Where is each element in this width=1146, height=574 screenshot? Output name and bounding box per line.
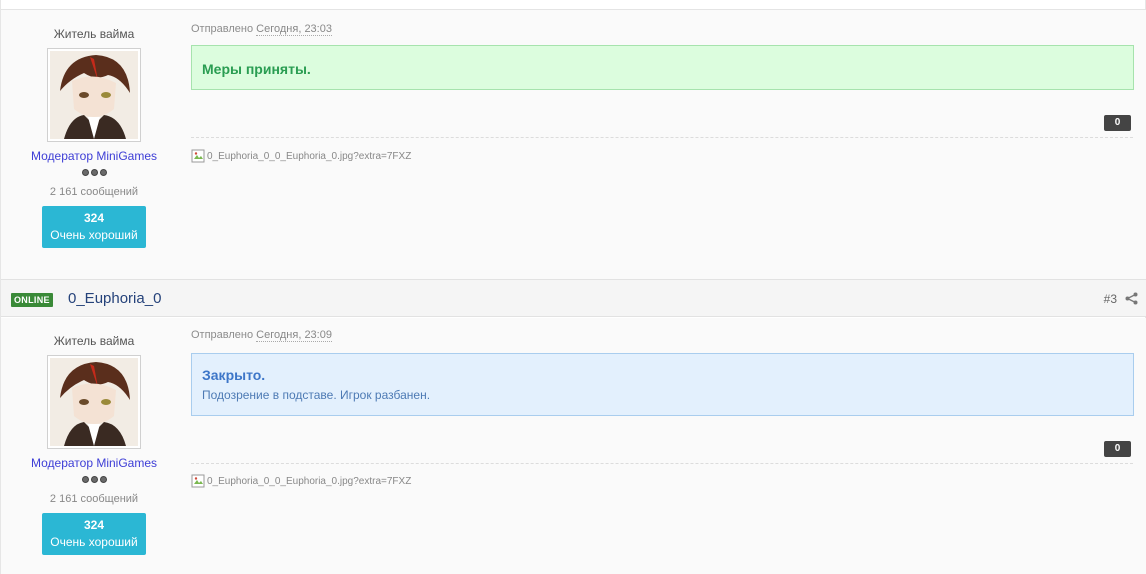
rank-pips xyxy=(81,476,107,483)
signature-image-alt: 0_Euphoria_0_0_Euphoria_0.jpg?extra=7FXZ xyxy=(207,150,412,162)
post-content: Отправлено Сегодня, 23:09 Закрыто. Подоз… xyxy=(187,318,1146,574)
posted-date[interactable]: Сегодня, 23:09 xyxy=(256,329,332,342)
post-1: Житель вайма Модератор MiniGames 2 161 с… xyxy=(1,10,1146,279)
message-title: Меры приняты. xyxy=(202,61,311,77)
like-count-badge[interactable]: 0 xyxy=(1104,441,1131,457)
author-title: Житель вайма xyxy=(53,27,135,41)
group-name[interactable]: Модератор MiniGames xyxy=(31,149,157,163)
post-author-link[interactable]: 0_Euphoria_0 xyxy=(68,290,161,307)
rank-pip xyxy=(99,476,107,483)
rank-pip xyxy=(81,169,89,176)
forum-page: Житель вайма Модератор MiniGames 2 161 с… xyxy=(0,0,1146,574)
avatar-image xyxy=(50,51,138,139)
reputation-label: Очень хороший xyxy=(50,228,138,242)
message-title: Закрыто. xyxy=(202,367,266,383)
signature-image: 0_Euphoria_0_0_Euphoria_0.jpg?extra=7FXZ xyxy=(191,149,411,163)
avatar[interactable] xyxy=(47,355,141,449)
avatar-image xyxy=(50,358,138,446)
online-badge: ONLINE xyxy=(11,293,53,307)
broken-image-icon xyxy=(191,149,205,163)
signature-image-alt: 0_Euphoria_0_0_Euphoria_0.jpg?extra=7FXZ xyxy=(207,475,412,487)
reputation-box: 324 Очень хороший xyxy=(42,513,146,555)
post-count: 2 161 сообщений xyxy=(49,186,139,198)
rank-pip xyxy=(81,476,89,483)
post-content: Отправлено Сегодня, 23:03 Меры приняты. … xyxy=(187,10,1146,279)
posted-info: Отправлено Сегодня, 23:03 xyxy=(191,23,332,36)
like-count-badge[interactable]: 0 xyxy=(1104,115,1131,131)
posted-prefix: Отправлено xyxy=(191,329,254,341)
signature-image: 0_Euphoria_0_0_Euphoria_0.jpg?extra=7FXZ xyxy=(191,474,411,488)
message-box-info: Закрыто. Подозрение в подставе. Игрок ра… xyxy=(191,353,1134,416)
posted-prefix: Отправлено xyxy=(191,23,254,35)
post-header: ONLINE 0_Euphoria_0 #3 xyxy=(1,279,1146,317)
posted-info: Отправлено Сегодня, 23:09 xyxy=(191,329,332,342)
message-body: Подозрение в подставе. Игрок разбанен. xyxy=(202,388,431,402)
rank-pip xyxy=(90,169,98,176)
author-panel: Житель вайма Модератор MiniGames 2 161 с… xyxy=(1,318,187,574)
message-box-success: Меры приняты. xyxy=(191,45,1134,90)
broken-image-icon xyxy=(191,474,205,488)
rank-pip xyxy=(99,169,107,176)
rank-pips xyxy=(81,169,107,176)
reputation-value: 324 xyxy=(83,211,105,225)
group-name[interactable]: Модератор MiniGames xyxy=(31,456,157,470)
post-count: 2 161 сообщений xyxy=(49,493,139,505)
author-title: Житель вайма xyxy=(53,334,135,348)
post-2: Житель вайма Модератор MiniGames 2 161 с… xyxy=(1,318,1146,574)
avatar[interactable] xyxy=(47,48,141,142)
signature-divider xyxy=(191,137,1133,138)
rank-pip xyxy=(90,476,98,483)
share-icon[interactable] xyxy=(1125,292,1138,305)
posted-date[interactable]: Сегодня, 23:03 xyxy=(256,23,332,36)
reputation-box: 324 Очень хороший xyxy=(42,206,146,248)
reputation-value: 324 xyxy=(83,518,105,532)
author-panel: Житель вайма Модератор MiniGames 2 161 с… xyxy=(1,10,187,279)
reputation-label: Очень хороший xyxy=(50,535,138,549)
signature-divider xyxy=(191,463,1133,464)
post-number-link[interactable]: #3 xyxy=(1104,292,1117,306)
